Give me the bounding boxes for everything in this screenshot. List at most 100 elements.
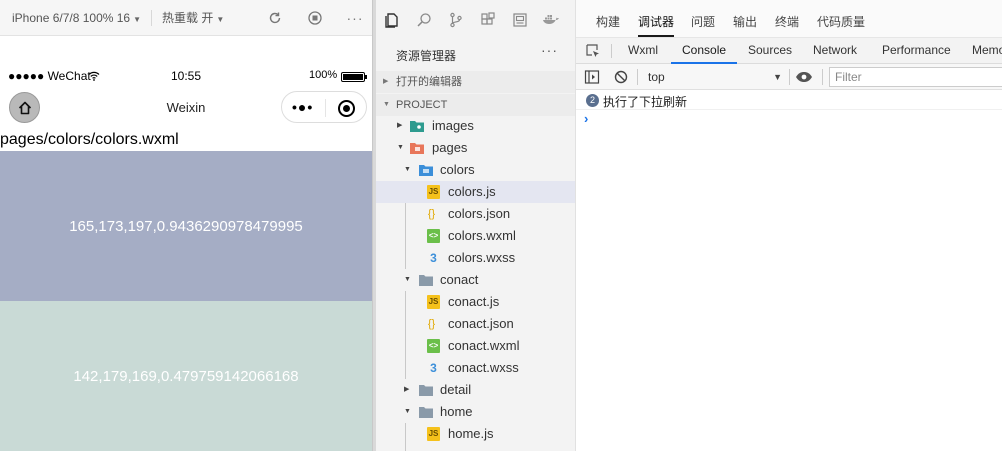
hot-reload-toggle[interactable]: 热重载 开 ▼ [162, 9, 224, 26]
tab-sources[interactable]: Sources [748, 43, 792, 57]
filter-input[interactable]: Filter [829, 67, 1002, 87]
menu-capsule: •●• [281, 91, 367, 123]
folder-icon [419, 275, 433, 286]
tab-code-quality[interactable]: 代码质量 [817, 13, 865, 30]
tab-console[interactable]: Console [682, 43, 726, 57]
device-selector[interactable]: iPhone 6/7/8 100% 16 ▼ [12, 11, 141, 25]
page-path-text: pages/colors/colors.wxml [0, 131, 179, 148]
tree-folder-conact[interactable]: ▼ conact [376, 269, 575, 291]
phone-status-bar: ●●●●● WeChat 10:55 100% [0, 64, 372, 88]
debugger-panel: 构建 调试器 问题 输出 终端 代码质量 Wxml Console Source… [576, 0, 1002, 451]
tree-file-conact-wxml[interactable]: <> conact.wxml [376, 335, 575, 357]
tab-output[interactable]: 输出 [733, 13, 757, 30]
toolbar-divider [611, 44, 612, 58]
source-control-icon[interactable] [448, 12, 464, 28]
chevron-down-icon: ▼ [383, 101, 390, 108]
js-file-icon: JS [427, 427, 440, 441]
more-icon[interactable]: ··· [347, 10, 363, 26]
tree-folder-detail[interactable]: ▶ detail [376, 379, 575, 401]
chevron-down-icon: ▼ [404, 276, 411, 283]
chevron-down-icon: ▼ [133, 14, 142, 24]
context-select[interactable]: top ▼ [640, 67, 782, 87]
tab-wxml[interactable]: Wxml [628, 43, 658, 57]
devtools-tabs: Wxml Console Sources Network Performance… [576, 38, 1002, 64]
tree-folder-home[interactable]: ▼ home [376, 401, 575, 423]
show-sidebar-icon[interactable] [584, 69, 600, 85]
console-toolbar: top ▼ Filter [576, 64, 1002, 90]
files-icon[interactable] [384, 12, 400, 28]
chevron-down-icon: ▼ [397, 144, 404, 151]
docker-icon[interactable] [542, 12, 560, 28]
open-editors-section[interactable]: ▶ 打开的编辑器 [376, 71, 575, 93]
refresh-icon[interactable] [267, 10, 283, 26]
battery-percent: 100% [309, 69, 338, 81]
capsule-divider [325, 99, 326, 117]
tab-memory[interactable]: Memory [972, 43, 1002, 57]
color-value-label: 165,173,197,0.9436290978479995 [69, 217, 303, 235]
wxml-file-icon: <> [427, 229, 440, 243]
tree-file-colors-wxml[interactable]: <> colors.wxml [376, 225, 575, 247]
color-block: 142,179,169,0.479759142066168 [0, 301, 372, 451]
battery-icon [341, 72, 367, 82]
tab-problems[interactable]: 问题 [691, 13, 715, 30]
tab-debugger[interactable]: 调试器 [638, 13, 675, 37]
explorer-more-button[interactable]: ··· [541, 42, 558, 58]
preview-icon[interactable] [512, 12, 528, 28]
json-file-icon: {} [427, 318, 436, 330]
color-value-label: 142,179,169,0.479759142066168 [73, 367, 299, 385]
inspect-element-icon[interactable] [585, 43, 601, 59]
toolbar-divider [151, 9, 153, 26]
tree-folder-images[interactable]: ▶ images [376, 115, 575, 137]
toolbar-divider [822, 69, 823, 85]
pages-folder-icon [410, 143, 424, 154]
chevron-right-icon: ▶ [397, 122, 403, 129]
log-message: 执行了下拉刷新 [603, 95, 688, 109]
folder-icon [419, 385, 433, 396]
tree-folder-colors[interactable]: ▼ colors [376, 159, 575, 181]
images-folder-icon [410, 121, 424, 132]
wifi-icon [88, 70, 100, 84]
tree-file-colors-json[interactable]: {} colors.json [376, 203, 575, 225]
bottom-panel-tabs: 构建 调试器 问题 输出 终端 代码质量 [576, 0, 1002, 38]
console-prompt[interactable]: › [584, 111, 588, 126]
tree-file-conact-js[interactable]: JS conact.js [376, 291, 575, 313]
activity-bar [376, 0, 575, 40]
devtools-window: iPhone 6/7/8 100% 16 ▼ 热重载 开 ▼ ··· ●●●●● W… [0, 0, 1002, 451]
project-section[interactable]: ▼ PROJECT [376, 94, 575, 116]
clock-label: 10:55 [171, 69, 202, 83]
tab-performance[interactable]: Performance [882, 43, 951, 57]
tree-file-home-js[interactable]: JS home.js [376, 423, 575, 445]
explorer-title: 资源管理器 [396, 49, 457, 63]
eye-icon[interactable] [795, 69, 815, 85]
chevron-down-icon: ▼ [216, 15, 225, 24]
color-block: 165,173,197,0.9436290978479995 [0, 151, 372, 301]
js-file-icon: JS [427, 295, 440, 309]
wxml-file-icon: <> [427, 339, 440, 353]
search-icon[interactable] [416, 12, 432, 28]
tree-file-conact-json[interactable]: {} conact.json [376, 313, 575, 335]
tree-folder-pages[interactable]: ▼ pages [376, 137, 575, 159]
tree-file-conact-wxss[interactable]: 3 conact.wxss [376, 357, 575, 379]
json-file-icon: {} [427, 208, 436, 220]
toolbar-divider [637, 69, 638, 85]
wxss-file-icon: 3 [430, 361, 437, 375]
stop-icon[interactable] [307, 10, 323, 26]
extensions-icon[interactable] [480, 12, 496, 28]
folder-icon [419, 407, 433, 418]
tab-terminal[interactable]: 终端 [775, 13, 799, 30]
clear-console-icon[interactable] [613, 69, 629, 85]
tree-file-colors-js[interactable]: JS colors.js [376, 181, 575, 203]
simulator-toolbar: iPhone 6/7/8 100% 16 ▼ 热重载 开 ▼ ··· [0, 0, 372, 36]
capsule-more-button[interactable]: •●• [292, 99, 313, 115]
simulator-panel: iPhone 6/7/8 100% 16 ▼ 热重载 开 ▼ ··· ●●●●● W… [0, 0, 372, 451]
explorer-panel: 资源管理器 ··· ▶ 打开的编辑器 ▼ PROJECT ▶ images ▼ … [376, 0, 576, 451]
capsule-close-button[interactable] [338, 100, 355, 117]
folder-icon [419, 165, 433, 176]
wechat-navbar: Weixin •●• [0, 88, 372, 128]
chevron-right-icon: ▶ [383, 78, 389, 85]
tab-build[interactable]: 构建 [596, 13, 620, 30]
tab-network[interactable]: Network [813, 43, 857, 57]
chevron-right-icon: ▶ [404, 386, 410, 393]
console-log-entry: 2 执行了下拉刷新 [576, 91, 1002, 110]
tree-file-colors-wxss[interactable]: 3 colors.wxss [376, 247, 575, 269]
